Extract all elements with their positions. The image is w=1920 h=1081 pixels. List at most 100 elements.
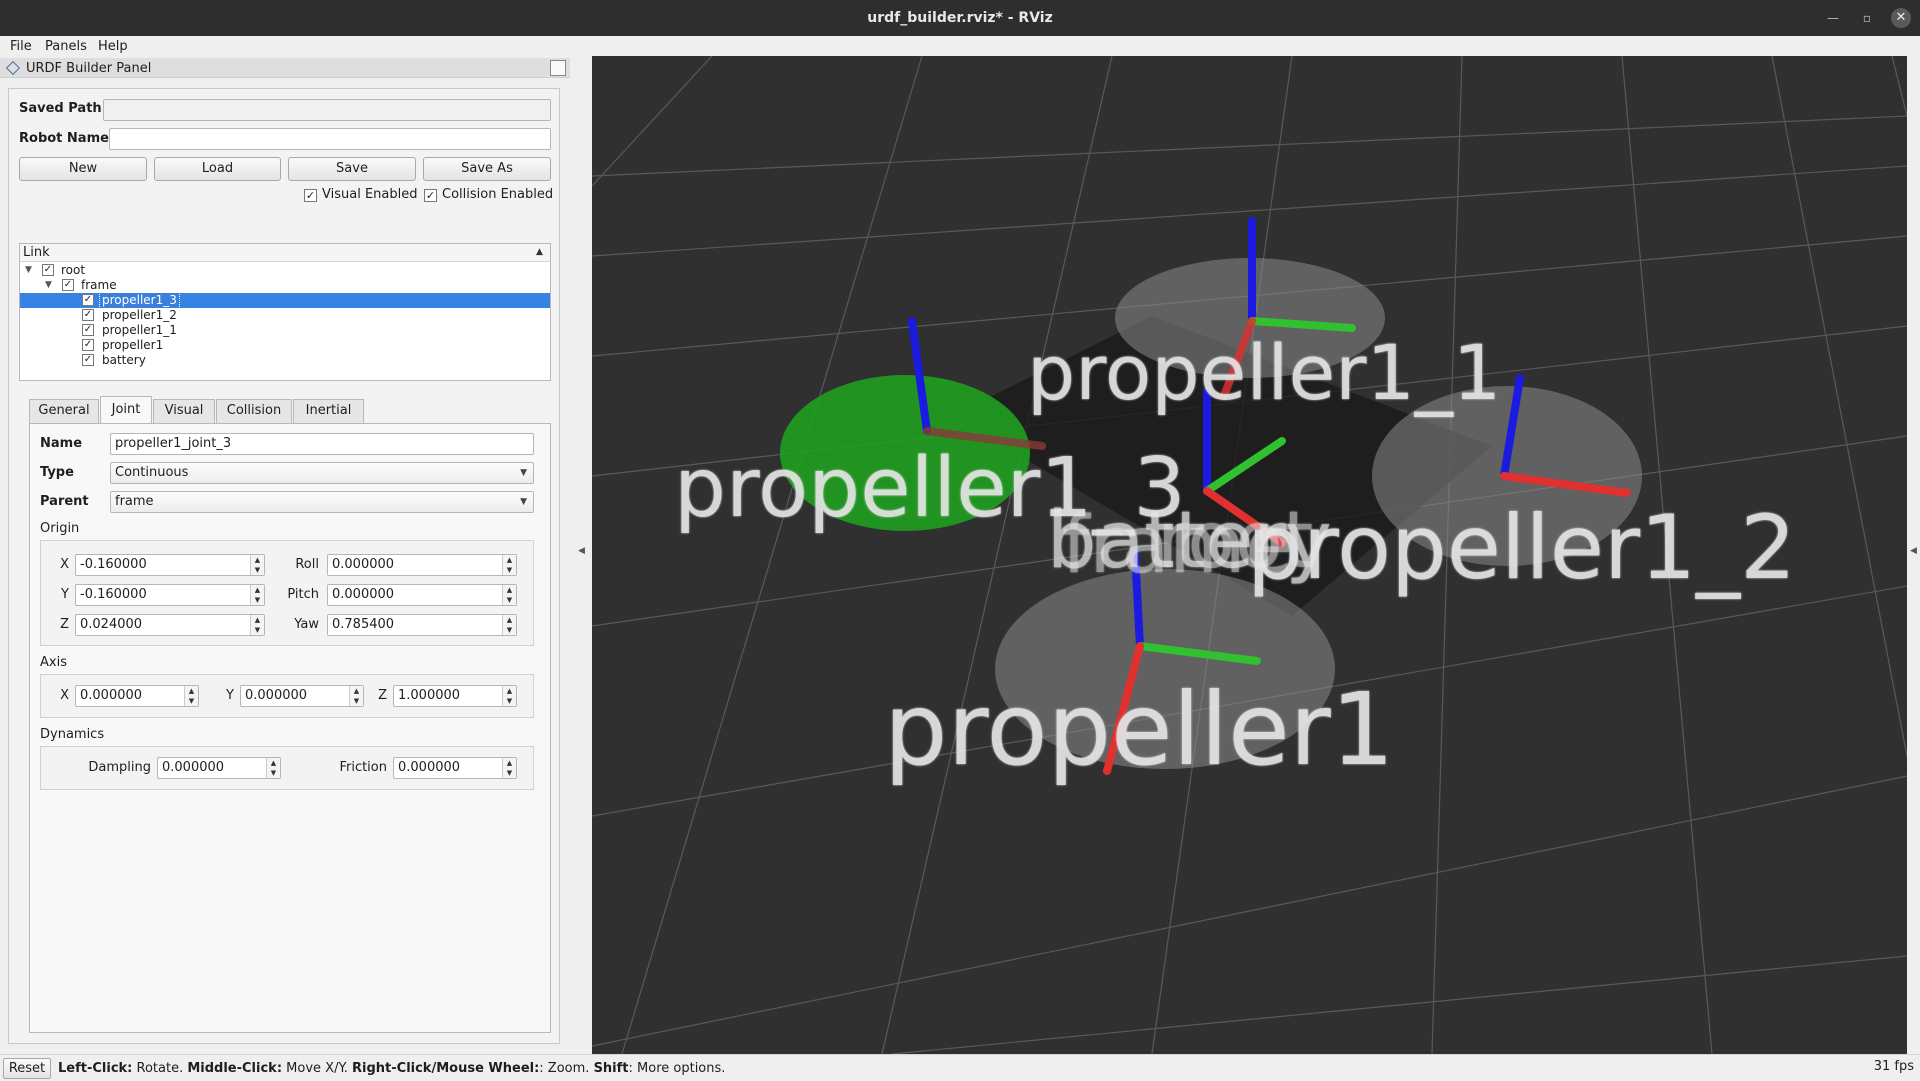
3d-viewport[interactable]: propeller1_1 propeller1_3 propeller1_2 p… — [592, 56, 1907, 1054]
tree-item-propeller1-1[interactable]: propeller1_1 — [20, 323, 550, 338]
spin-arrows-icon[interactable]: ▲ ▼ — [502, 585, 516, 605]
tab-visual[interactable]: Visual — [153, 399, 215, 423]
origin-y-value: -0.160000 — [80, 587, 147, 602]
joint-name-field[interactable]: propeller1_joint_3 — [110, 433, 534, 455]
tree-item-propeller1-3[interactable]: propeller1_3 — [20, 292, 550, 309]
save-as-button[interactable]: Save As — [423, 157, 551, 181]
tree-item-battery[interactable]: battery — [20, 353, 550, 368]
expand-arrow-icon[interactable]: ▼ — [45, 278, 52, 293]
origin-x-label: X — [60, 557, 69, 572]
dock-float-button[interactable] — [550, 60, 566, 76]
damping-spinbox[interactable]: 0.000000 ▲ ▼ — [157, 757, 281, 779]
hint-text: Move X/Y. — [282, 1061, 353, 1076]
tree-item-frame[interactable]: ▼ frame — [20, 278, 550, 293]
collapse-left-icon[interactable]: ◀ — [578, 546, 585, 556]
tree-item-label: battery — [102, 353, 146, 367]
link-tree[interactable]: Link ▲ ▼ root ▼ frame propeller1_3 prope… — [19, 243, 551, 381]
dynamics-group-label: Dynamics — [40, 727, 105, 742]
axis-z-spinbox[interactable]: 1.000000 ▲ ▼ — [393, 685, 517, 707]
visual-enabled-label: Visual Enabled — [322, 187, 418, 202]
friction-spinbox[interactable]: 0.000000 ▲ ▼ — [393, 757, 517, 779]
spin-arrows-icon[interactable]: ▲ ▼ — [502, 555, 516, 575]
tree-checkbox[interactable] — [82, 309, 94, 321]
spin-arrows-icon[interactable]: ▲ ▼ — [502, 758, 516, 778]
origin-y-spinbox[interactable]: -0.160000 ▲ ▼ — [75, 584, 265, 606]
tree-checkbox[interactable] — [82, 324, 94, 336]
reset-button[interactable]: Reset — [3, 1058, 51, 1079]
minimize-icon[interactable]: — — [1823, 8, 1843, 28]
menu-help[interactable]: Help — [98, 39, 128, 54]
tree-item-label: propeller1_1 — [102, 323, 177, 337]
spin-arrows-icon[interactable]: ▲ ▼ — [250, 585, 264, 605]
load-button[interactable]: Load — [154, 157, 281, 181]
damping-label: Dampling — [88, 760, 151, 775]
spin-arrows-icon[interactable]: ▲ ▼ — [502, 615, 516, 635]
close-icon[interactable]: ✕ — [1891, 8, 1911, 28]
tab-joint[interactable]: Joint — [100, 396, 152, 424]
new-button[interactable]: New — [19, 157, 147, 181]
link-column-header: Link — [23, 245, 50, 260]
spin-arrows-icon[interactable]: ▲ ▼ — [266, 758, 280, 778]
origin-y-label: Y — [61, 587, 69, 602]
friction-label: Friction — [339, 760, 387, 775]
origin-z-spinbox[interactable]: 0.024000 ▲ ▼ — [75, 614, 265, 636]
right-dock-edge[interactable]: ◀ — [1907, 58, 1920, 1054]
origin-pitch-spinbox[interactable]: 0.000000 ▲ ▼ — [327, 584, 517, 606]
save-button[interactable]: Save — [288, 157, 416, 181]
tree-item-label: frame — [81, 278, 117, 292]
axis-x-value: 0.000000 — [80, 688, 143, 703]
origin-x-spinbox[interactable]: -0.160000 ▲ ▼ — [75, 554, 265, 576]
axis-y-spinbox[interactable]: 0.000000 ▲ ▼ — [240, 685, 364, 707]
tab-collision[interactable]: Collision — [216, 399, 292, 423]
maximize-icon[interactable]: ▫ — [1857, 8, 1877, 28]
menu-panels[interactable]: Panels — [45, 39, 87, 54]
origin-yaw-spinbox[interactable]: 0.785400 ▲ ▼ — [327, 614, 517, 636]
saved-path-label: Saved Path — [19, 101, 102, 116]
hint-middle-click: Middle-Click: — [187, 1061, 283, 1076]
saved-path-field[interactable] — [103, 99, 551, 121]
panel-diamond-icon — [5, 60, 21, 76]
axis-z-value: 1.000000 — [398, 688, 461, 703]
joint-type-select[interactable]: Continuous ▼ — [110, 462, 534, 484]
expand-arrow-icon[interactable]: ▼ — [25, 263, 32, 278]
tree-item-label: root — [61, 263, 86, 277]
spin-arrows-icon[interactable]: ▲ ▼ — [250, 615, 264, 635]
joint-parent-label: Parent — [40, 494, 89, 509]
tree-item-propeller1-2[interactable]: propeller1_2 — [20, 308, 550, 323]
tree-checkbox[interactable] — [62, 279, 74, 291]
joint-name-label: Name — [40, 436, 83, 451]
hint-right-click: Right-Click/Mouse Wheel: — [352, 1061, 540, 1076]
tree-item-root[interactable]: ▼ root — [20, 263, 550, 278]
axis-x-spinbox[interactable]: 0.000000 ▲ ▼ — [75, 685, 199, 707]
tree-item-label: propeller1_2 — [102, 308, 177, 322]
tree-checkbox[interactable] — [42, 264, 54, 276]
hint-left-click: Left-Click: — [58, 1061, 133, 1076]
spin-arrows-icon[interactable]: ▲ ▼ — [250, 555, 264, 575]
spin-arrows-icon[interactable]: ▲ ▼ — [502, 686, 516, 706]
joint-parent-select[interactable]: frame ▼ — [110, 491, 534, 513]
origin-roll-spinbox[interactable]: 0.000000 ▲ ▼ — [327, 554, 517, 576]
scene-label-propeller1: propeller1 — [884, 671, 1395, 788]
spin-arrows-icon[interactable]: ▲ ▼ — [184, 686, 198, 706]
tab-general[interactable]: General — [29, 399, 99, 423]
dropdown-arrow-icon: ▼ — [520, 468, 527, 478]
origin-yaw-label: Yaw — [294, 617, 319, 632]
origin-x-value: -0.160000 — [80, 557, 147, 572]
tree-item-propeller1[interactable]: propeller1 — [20, 338, 550, 353]
menu-file[interactable]: File — [10, 39, 32, 54]
scene-label-propeller1-1: propeller1_1 — [1027, 328, 1502, 417]
hint-text: : More options. — [628, 1061, 726, 1076]
robot-name-field[interactable] — [109, 128, 551, 150]
collision-enabled-checkbox[interactable] — [424, 189, 437, 202]
tree-checkbox[interactable] — [82, 339, 94, 351]
link-tree-header[interactable]: Link ▲ — [20, 244, 550, 262]
tree-checkbox[interactable] — [82, 294, 94, 306]
tree-checkbox[interactable] — [82, 354, 94, 366]
tab-inertial[interactable]: Inertial — [293, 399, 364, 423]
fps-readout: 31 fps — [1873, 1059, 1914, 1074]
dock-splitter[interactable]: ◀ — [570, 58, 592, 1054]
axis-group-label: Axis — [40, 655, 67, 670]
collapse-right-icon[interactable]: ◀ — [1910, 546, 1917, 556]
visual-enabled-checkbox[interactable] — [304, 189, 317, 202]
dropdown-arrow-icon: ▼ — [520, 497, 527, 507]
